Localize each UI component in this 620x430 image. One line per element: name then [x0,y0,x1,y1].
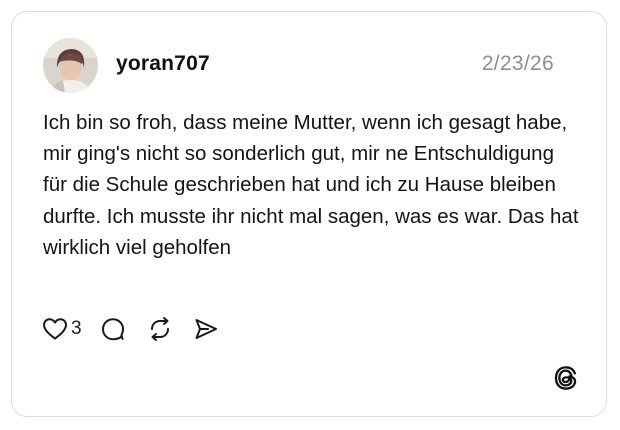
reply-button[interactable] [100,316,126,342]
post-text: Ich bin so froh, dass meine Mutter, wenn… [43,111,579,259]
send-icon [193,316,219,342]
post-date: 2/23/26 [481,52,554,75]
threads-logo-icon[interactable] [553,365,579,391]
action-bar: 3 [42,314,219,344]
share-button[interactable] [193,316,219,342]
post-card: yoran707 2/23/26 Ich bin so froh, dass m… [11,11,607,417]
heart-icon [42,317,68,341]
like-count: 3 [71,318,82,339]
username[interactable]: yoran707 [116,52,210,76]
repost-button[interactable] [147,316,173,342]
repost-icon [147,316,173,342]
avatar[interactable] [43,38,98,93]
comment-icon [100,316,126,342]
like-button[interactable]: 3 [42,317,82,341]
